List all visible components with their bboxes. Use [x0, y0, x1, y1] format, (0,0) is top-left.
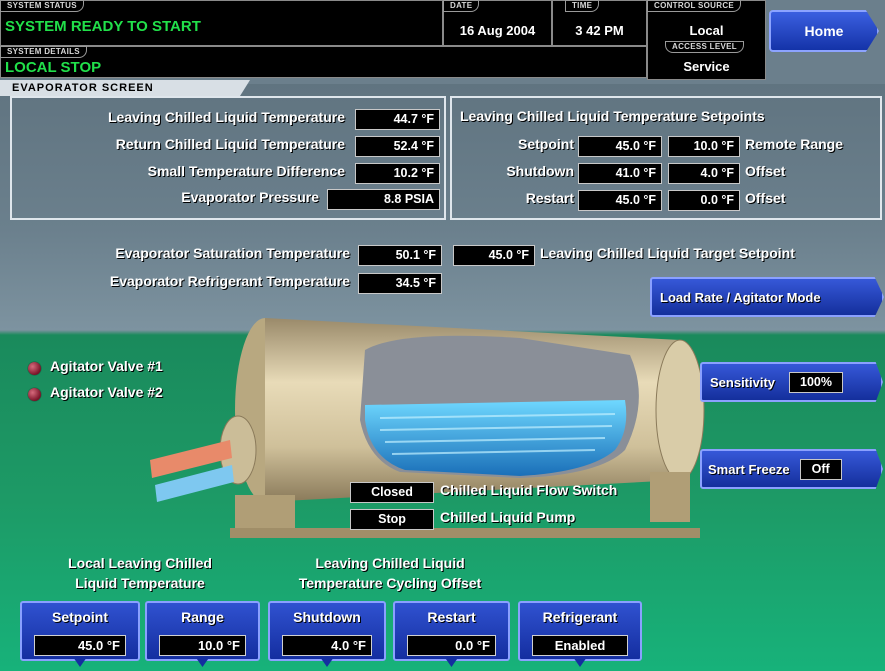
- agitator-valve-1-indicator: [28, 362, 41, 375]
- system-status-tab: SYSTEM STATUS: [0, 0, 84, 12]
- flow-switch-label: Chilled Liquid Flow Switch: [440, 482, 618, 498]
- cycling-shutdown-button-value: 4.0 °F: [282, 635, 372, 656]
- cycling-restart-button[interactable]: Restart 0.0 °F: [393, 601, 510, 667]
- evaporator-pressure-label: Evaporator Pressure: [181, 189, 319, 205]
- refrigerant-button-notch: [573, 657, 587, 667]
- local-setpoint-button-value: 45.0 °F: [34, 635, 126, 656]
- base-plate: [230, 528, 700, 538]
- time-tab: TIME: [565, 0, 600, 12]
- saturation-temp-label: Evaporator Saturation Temperature: [115, 245, 350, 261]
- refrigerant-button-value: Enabled: [532, 635, 628, 656]
- header-bar: SYSTEM READY TO START SYSTEM STATUS LOCA…: [0, 0, 885, 84]
- local-leaving-caption-line1: Local Leaving Chilled: [68, 555, 212, 571]
- agitator-valve-1-label: Agitator Valve #1: [50, 358, 163, 374]
- cycling-restart-button-label: Restart: [427, 609, 476, 625]
- evaporator-pressure-value: 8.8 PSIA: [327, 189, 440, 210]
- remote-range-label: Remote Range: [745, 136, 844, 152]
- sensitivity-label: Sensitivity: [710, 374, 776, 390]
- system-details-text: LOCAL STOP: [5, 59, 102, 76]
- local-setpoint-button-label: Setpoint: [52, 609, 108, 625]
- refrigerant-temp-value: 34.5 °F: [358, 273, 442, 294]
- local-range-button[interactable]: Range 10.0 °F: [145, 601, 260, 667]
- control-source-box: Local Service: [647, 0, 766, 80]
- refrigerant-button[interactable]: Refrigerant Enabled: [518, 601, 642, 667]
- setpoint-label: Setpoint: [518, 136, 574, 152]
- shutdown-offset-label: Offset: [745, 163, 786, 179]
- return-chilled-liquid-temp-value: 52.4 °F: [355, 136, 440, 157]
- left-support: [235, 495, 295, 533]
- screen-title: EVAPORATOR SCREEN: [0, 80, 250, 96]
- local-setpoint-button-notch: [73, 657, 87, 667]
- shutdown-offset-value: 4.0 °F: [668, 163, 740, 184]
- cycling-restart-button-value: 0.0 °F: [407, 635, 496, 656]
- local-setpoint-button[interactable]: Setpoint 45.0 °F: [20, 601, 140, 667]
- home-button[interactable]: Home: [769, 10, 879, 52]
- flow-switch-state: Closed: [350, 482, 434, 503]
- smart-freeze-label: Smart Freeze: [708, 461, 790, 477]
- local-leaving-caption-line2: Liquid Temperature: [75, 575, 205, 591]
- evaporator-screen: SYSTEM READY TO START SYSTEM STATUS LOCA…: [0, 0, 885, 671]
- cycling-shutdown-button-notch: [320, 657, 334, 667]
- system-status-text: SYSTEM READY TO START: [5, 18, 201, 35]
- control-source-value: Local: [689, 23, 724, 38]
- cycling-offset-caption-line2: Temperature Cycling Offset: [298, 575, 482, 591]
- system-details-box: LOCAL STOP: [0, 46, 647, 78]
- setpoints-panel-title: Leaving Chilled Liquid Temperature Setpo…: [460, 108, 765, 124]
- setpoint-value: 45.0 °F: [578, 136, 662, 157]
- saturation-temp-value: 50.1 °F: [358, 245, 442, 266]
- sensitivity-value: 100%: [789, 371, 844, 393]
- restart-value: 45.0 °F: [578, 190, 662, 211]
- local-range-button-value: 10.0 °F: [159, 635, 246, 656]
- shutdown-label: Shutdown: [506, 163, 574, 179]
- restart-offset-value: 0.0 °F: [668, 190, 740, 211]
- smart-freeze-value: Off: [799, 458, 842, 480]
- cycling-shutdown-button[interactable]: Shutdown 4.0 °F: [268, 601, 386, 667]
- cycling-offset-caption: Leaving Chilled Liquid Temperature Cycli…: [255, 553, 525, 593]
- date-tab: DATE: [443, 0, 480, 12]
- pump-state: Stop: [350, 509, 434, 530]
- date-value: 16 Aug 2004: [459, 23, 536, 38]
- pump-label: Chilled Liquid Pump: [440, 509, 576, 525]
- smart-freeze-button[interactable]: Smart Freeze Off: [700, 449, 883, 489]
- refrigerant-temp-label: Evaporator Refrigerant Temperature: [109, 273, 350, 289]
- leaving-chilled-liquid-temp-label: Leaving Chilled Liquid Temperature: [108, 109, 345, 125]
- shutdown-value: 41.0 °F: [578, 163, 662, 184]
- access-level-value: Service: [683, 59, 730, 74]
- return-chilled-liquid-temp-label: Return Chilled Liquid Temperature: [115, 136, 345, 152]
- system-details-tab: SYSTEM DETAILS: [0, 46, 87, 58]
- agitator-valve-2-indicator: [28, 388, 41, 401]
- cycling-restart-button-notch: [444, 657, 459, 667]
- restart-label: Restart: [525, 190, 574, 206]
- time-value: 3 42 PM: [575, 23, 624, 38]
- target-setpoint-label: Leaving Chilled Liquid Target Setpoint: [540, 245, 795, 261]
- access-level-tab: ACCESS LEVEL: [665, 41, 744, 53]
- agitator-valve-2-label: Agitator Valve #2: [50, 384, 163, 400]
- small-temp-difference-value: 10.2 °F: [355, 163, 440, 184]
- sensitivity-button[interactable]: Sensitivity 100%: [700, 362, 883, 402]
- leaving-chilled-liquid-temp-value: 44.7 °F: [355, 109, 440, 130]
- target-setpoint-value: 45.0 °F: [453, 245, 535, 266]
- control-source-tab: CONTROL SOURCE: [647, 0, 742, 12]
- remote-range-value: 10.0 °F: [668, 136, 740, 157]
- cycling-shutdown-button-label: Shutdown: [293, 609, 361, 625]
- small-temp-difference-label: Small Temperature Difference: [147, 163, 345, 179]
- refrigerant-button-label: Refrigerant: [542, 609, 618, 625]
- cycling-offset-caption-line1: Leaving Chilled Liquid: [315, 555, 465, 571]
- local-leaving-caption: Local Leaving Chilled Liquid Temperature: [20, 553, 260, 593]
- right-support: [650, 472, 690, 522]
- shell-right-end: [655, 339, 705, 481]
- local-range-button-label: Range: [181, 609, 224, 625]
- restart-offset-label: Offset: [745, 190, 786, 206]
- local-range-button-notch: [195, 657, 210, 667]
